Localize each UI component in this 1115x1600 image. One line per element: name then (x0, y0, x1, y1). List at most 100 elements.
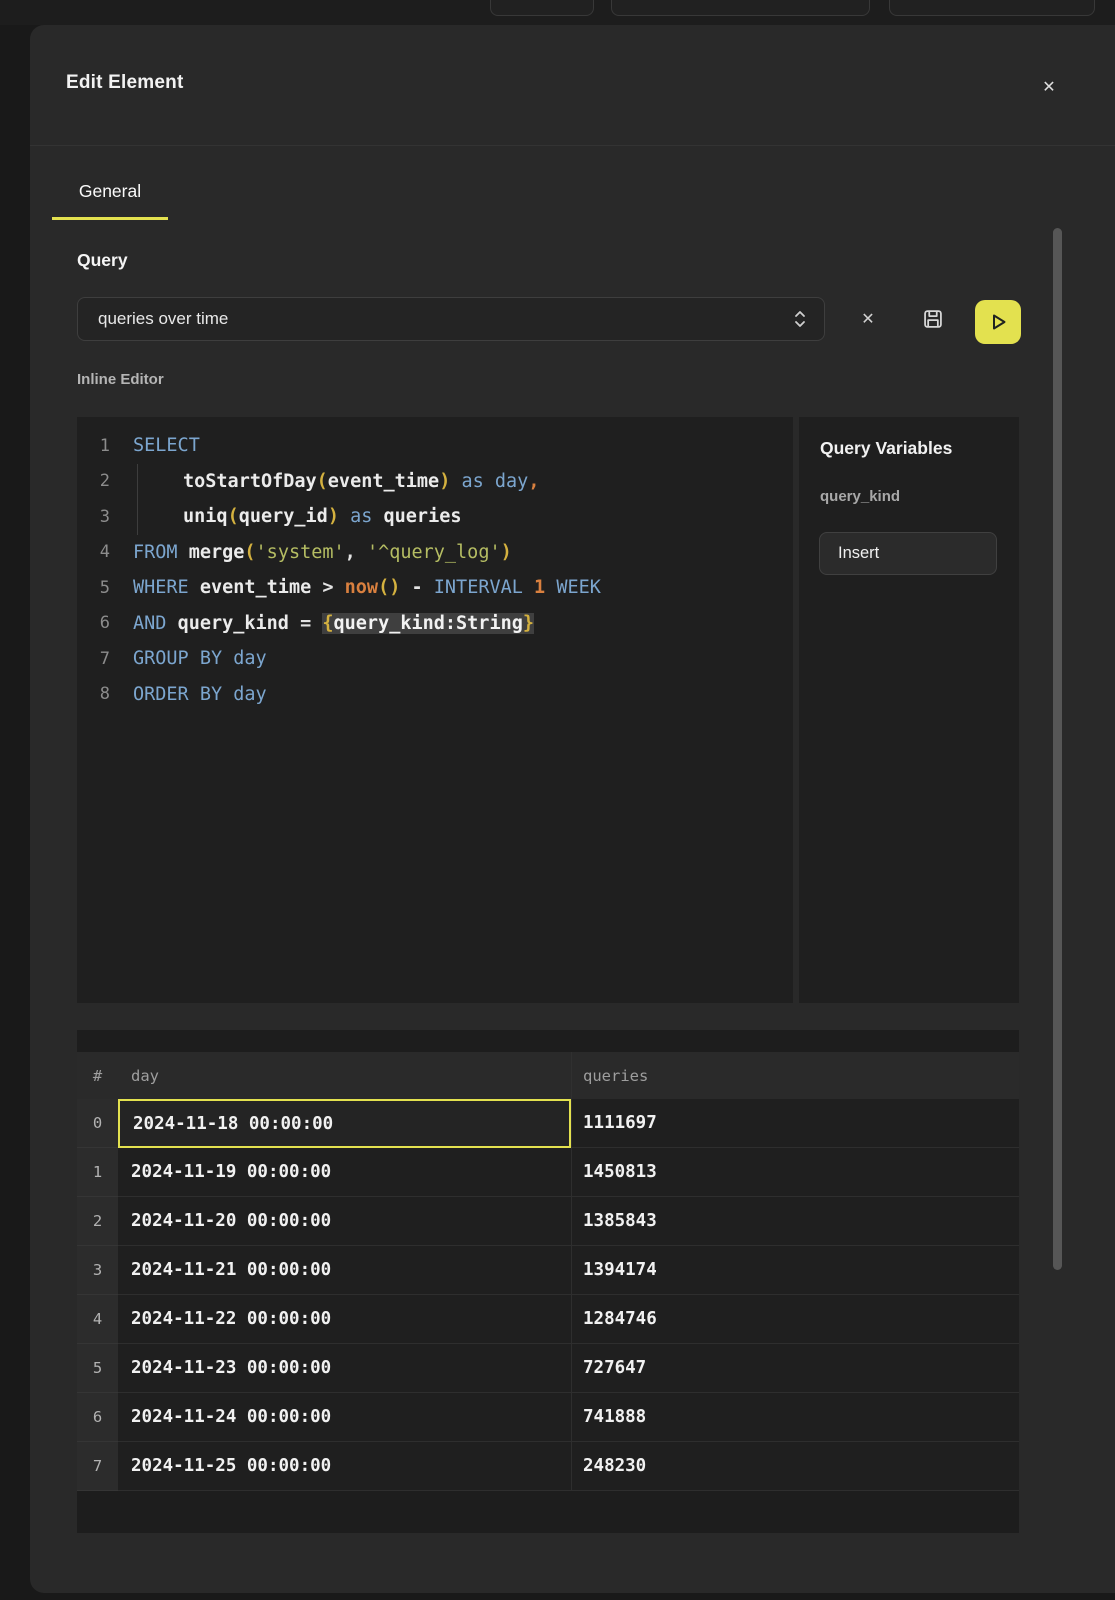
floppy-disk-icon (922, 308, 944, 330)
code-token: merge (189, 542, 245, 563)
code-token (339, 506, 350, 527)
code-token: query_id (239, 506, 328, 527)
inline-editor-section: 1SELECT2toStartOfDay(event_time) as day,… (77, 417, 1019, 1003)
chevron-up-down-icon (792, 308, 808, 330)
code-token: , (345, 542, 367, 563)
clear-query-button[interactable]: ✕ (850, 301, 886, 337)
code-token (523, 577, 534, 598)
line-number: 8 (77, 684, 110, 704)
day-cell[interactable]: 2024-11-23 00:00:00 (118, 1344, 571, 1393)
row-index-cell: 3 (77, 1246, 118, 1295)
code-token: ) (328, 506, 339, 527)
code-token (189, 684, 200, 705)
code-line[interactable]: 4FROM merge('system', '^query_log') (77, 535, 793, 571)
query-select-value: queries over time (98, 309, 792, 329)
code-token (189, 577, 200, 598)
column-header-queries[interactable]: queries (571, 1052, 1019, 1099)
code-token: GROUP (133, 648, 189, 669)
day-cell[interactable]: 2024-11-21 00:00:00 (118, 1246, 571, 1295)
close-icon[interactable]: ✕ (1035, 73, 1063, 101)
code-token: = (289, 613, 322, 634)
code-token: WHERE (133, 577, 189, 598)
run-query-button[interactable] (975, 300, 1021, 344)
code-line[interactable]: 8ORDER BY day (77, 677, 793, 713)
code-token: as (461, 471, 483, 492)
code-token: day (233, 684, 266, 705)
code-token: day (495, 471, 528, 492)
code-token: () (378, 577, 400, 598)
day-cell[interactable]: 2024-11-20 00:00:00 (118, 1197, 571, 1246)
query-variables-panel: Query Variables query_kind Insert (799, 417, 1019, 1003)
code-token: WEEK (556, 577, 601, 598)
tab-general[interactable]: General (52, 180, 168, 220)
code-token: 'system' (256, 542, 345, 563)
indent-guide (137, 464, 183, 500)
results-grid: #dayqueries02024-11-18 00:00:00111169712… (77, 1052, 1019, 1491)
queries-cell[interactable]: 727647 (571, 1344, 1019, 1393)
save-query-button[interactable] (915, 301, 951, 337)
queries-cell[interactable]: 248230 (571, 1442, 1019, 1491)
clear-icon: ✕ (861, 309, 874, 329)
code-token: - (400, 577, 433, 598)
modal-title: Edit Element (66, 72, 183, 94)
play-icon (987, 311, 1009, 333)
code-token: ( (244, 542, 255, 563)
line-number: 2 (77, 471, 110, 491)
code-token (222, 684, 233, 705)
background-toolbar-button-3[interactable] (889, 0, 1095, 16)
modal-header: Edit Element ✕ (30, 25, 1115, 146)
code-token: AND (133, 613, 166, 634)
code-line[interactable]: 3uniq(query_id) as queries (77, 499, 793, 535)
day-cell[interactable]: 2024-11-19 00:00:00 (118, 1148, 571, 1197)
line-number: 6 (77, 613, 110, 633)
sql-code-editor[interactable]: 1SELECT2toStartOfDay(event_time) as day,… (77, 417, 793, 1003)
code-token: uniq (183, 506, 228, 527)
code-line[interactable]: 2toStartOfDay(event_time) as day, (77, 464, 793, 500)
column-header-day[interactable]: day (118, 1052, 571, 1099)
queries-cell[interactable]: 1450813 (571, 1148, 1019, 1197)
code-token: query_kind (178, 613, 289, 634)
background-toolbar-button-2[interactable] (611, 0, 870, 16)
queries-cell[interactable]: 1385843 (571, 1197, 1019, 1246)
code-token: , (528, 471, 539, 492)
code-line[interactable]: 5WHERE event_time > now() - INTERVAL 1 W… (77, 570, 793, 606)
insert-variable-button[interactable]: Insert (819, 532, 997, 575)
queries-cell[interactable]: 1284746 (571, 1295, 1019, 1344)
row-index-cell: 5 (77, 1344, 118, 1393)
day-cell-selected[interactable]: 2024-11-18 00:00:00 (118, 1099, 571, 1148)
row-index-cell: 6 (77, 1393, 118, 1442)
day-cell[interactable]: 2024-11-22 00:00:00 (118, 1295, 571, 1344)
code-token: as (350, 506, 372, 527)
code-token: BY (200, 648, 222, 669)
code-token: ( (228, 506, 239, 527)
code-token (372, 506, 383, 527)
code-token: queries (384, 506, 462, 527)
code-token: INTERVAL (434, 577, 523, 598)
background-toolbar-button-1[interactable] (490, 0, 594, 16)
indent-guide (137, 499, 183, 535)
variable-name-label: query_kind (820, 488, 900, 505)
code-token: ) (439, 471, 450, 492)
edit-element-modal: Edit Element ✕ General Query queries ove… (30, 25, 1115, 1593)
code-line[interactable]: 1SELECT (77, 428, 793, 464)
code-token (222, 648, 233, 669)
code-token (450, 471, 461, 492)
column-header-index[interactable]: # (77, 1052, 118, 1099)
code-token: FROM (133, 542, 178, 563)
day-cell[interactable]: 2024-11-25 00:00:00 (118, 1442, 571, 1491)
line-number: 7 (77, 649, 110, 669)
line-number: 5 (77, 578, 110, 598)
line-number: 4 (77, 542, 110, 562)
code-line[interactable]: 6AND query_kind = {query_kind:String} (77, 606, 793, 642)
code-line[interactable]: 7GROUP BY day (77, 641, 793, 677)
query-select[interactable]: queries over time (77, 297, 825, 341)
row-index-cell: 4 (77, 1295, 118, 1344)
screen: Edit Element ✕ General Query queries ove… (0, 0, 1115, 1600)
day-cell[interactable]: 2024-11-24 00:00:00 (118, 1393, 571, 1442)
queries-cell[interactable]: 1111697 (571, 1099, 1019, 1148)
code-token (178, 542, 189, 563)
queries-cell[interactable]: 1394174 (571, 1246, 1019, 1295)
code-token (166, 613, 177, 634)
queries-cell[interactable]: 741888 (571, 1393, 1019, 1442)
modal-scrollbar-thumb[interactable] (1053, 228, 1062, 1270)
